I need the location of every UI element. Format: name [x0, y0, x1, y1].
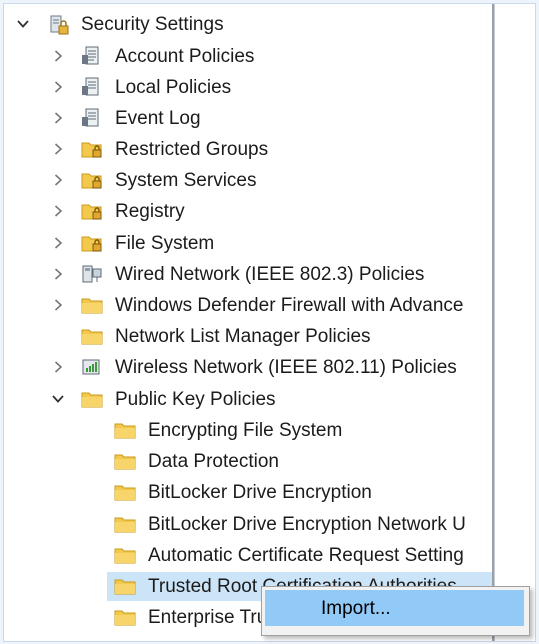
tree-item-label: File System [115, 233, 215, 254]
tree-item-label: Automatic Certificate Request Setting [148, 545, 464, 566]
tree-item-bitlocker-network-unlock[interactable]: BitLocker Drive Encryption Network U [4, 509, 492, 540]
details-pane [496, 4, 535, 641]
tree-item-label: Security Settings [81, 14, 224, 35]
tree-item-network-list-manager-policies[interactable]: Network List Manager Policies [4, 321, 492, 352]
tree-item-label: Data Protection [148, 451, 279, 472]
tree-item-label: BitLocker Drive Encryption [148, 482, 372, 503]
folder-icon [114, 638, 136, 641]
tree-item-system-services[interactable]: System Services [4, 165, 492, 196]
import-menu-item[interactable]: Import... [265, 590, 524, 626]
tree-item-event-log[interactable]: Event Log [4, 103, 492, 134]
tree-item-label: Network List Manager Policies [115, 326, 371, 347]
tree-item-label: Encrypting File System [148, 420, 343, 441]
folder-icon [114, 482, 136, 502]
folder-icon [81, 326, 103, 346]
tree-item-automatic-certificate-request-settings[interactable]: Automatic Certificate Request Setting [4, 540, 492, 571]
wired-network-icon [81, 264, 103, 284]
security-settings-tree: Security Settings Account Policies Local… [4, 4, 492, 641]
tree-item-windows-defender-firewall[interactable]: Windows Defender Firewall with Advance [4, 290, 492, 321]
tree-item-bitlocker-drive-encryption[interactable]: BitLocker Drive Encryption [4, 477, 492, 508]
wireless-network-icon [81, 357, 103, 377]
locked-folder-icon [81, 233, 103, 253]
chevron-right-icon[interactable] [52, 143, 64, 155]
chevron-right-icon[interactable] [52, 205, 64, 217]
locked-folder-icon [81, 139, 103, 159]
folder-icon [114, 545, 136, 565]
tree-item-label: Event Log [115, 108, 201, 129]
chevron-down-icon[interactable] [52, 393, 64, 405]
chevron-right-icon[interactable] [52, 237, 64, 249]
folder-icon [114, 451, 136, 471]
tree-item-label: Windows Defender Firewall with Advance [115, 295, 464, 316]
tree-item-local-policies[interactable]: Local Policies [4, 72, 492, 103]
chevron-right-icon[interactable] [52, 50, 64, 62]
chevron-right-icon[interactable] [52, 361, 64, 373]
tree-item-account-policies[interactable]: Account Policies [4, 41, 492, 72]
tree-item-security-settings[interactable]: Security Settings [4, 9, 492, 40]
tree-item-label: Restricted Groups [115, 139, 269, 160]
tree-item-label: Wired Network (IEEE 802.3) Policies [115, 264, 425, 285]
tree-item-file-system[interactable]: File System [4, 228, 492, 259]
folder-icon [114, 514, 136, 534]
locked-folder-icon [81, 170, 103, 190]
tree-item-label: Public Key Policies [115, 389, 276, 410]
mmc-tree-pane: Security Settings Account Policies Local… [3, 3, 536, 642]
folder-icon [114, 420, 136, 440]
tree-item-label: Account Policies [115, 46, 255, 67]
folder-icon [114, 607, 136, 627]
tree-item-wired-network-policies[interactable]: Wired Network (IEEE 802.3) Policies [4, 259, 492, 290]
policy-document-icon [81, 77, 103, 97]
policy-document-icon [81, 108, 103, 128]
tree-item-wireless-network-policies[interactable]: Wireless Network (IEEE 802.11) Policies [4, 352, 492, 383]
tree-item-encrypting-file-system[interactable]: Encrypting File System [4, 415, 492, 446]
chevron-right-icon[interactable] [52, 174, 64, 186]
locked-folder-icon [81, 201, 103, 221]
tree-item-label: Registry [115, 201, 185, 222]
tree-item-label: BitLocker Drive Encryption Network U [148, 514, 466, 535]
security-settings-icon [48, 14, 70, 35]
folder-icon [81, 389, 103, 409]
folder-icon [81, 295, 103, 315]
chevron-right-icon[interactable] [52, 81, 64, 93]
tree-item-label: System Services [115, 170, 257, 191]
tree-item-label: Wireless Network (IEEE 802.11) Policies [115, 357, 457, 378]
chevron-right-icon[interactable] [52, 268, 64, 280]
policy-document-icon [81, 46, 103, 66]
tree-item-public-key-policies[interactable]: Public Key Policies [4, 384, 492, 415]
tree-item-label: Local Policies [115, 77, 232, 98]
chevron-right-icon[interactable] [52, 112, 64, 124]
tree-item-data-protection[interactable]: Data Protection [4, 446, 492, 477]
tree-item-registry[interactable]: Registry [4, 196, 492, 227]
folder-icon [114, 576, 136, 596]
chevron-down-icon[interactable] [17, 18, 29, 30]
import-menu-label: Import... [321, 598, 391, 619]
pane-splitter[interactable] [492, 4, 495, 641]
chevron-right-icon[interactable] [52, 299, 64, 311]
context-menu: Import... [261, 586, 530, 636]
tree-item-restricted-groups[interactable]: Restricted Groups [4, 134, 492, 165]
